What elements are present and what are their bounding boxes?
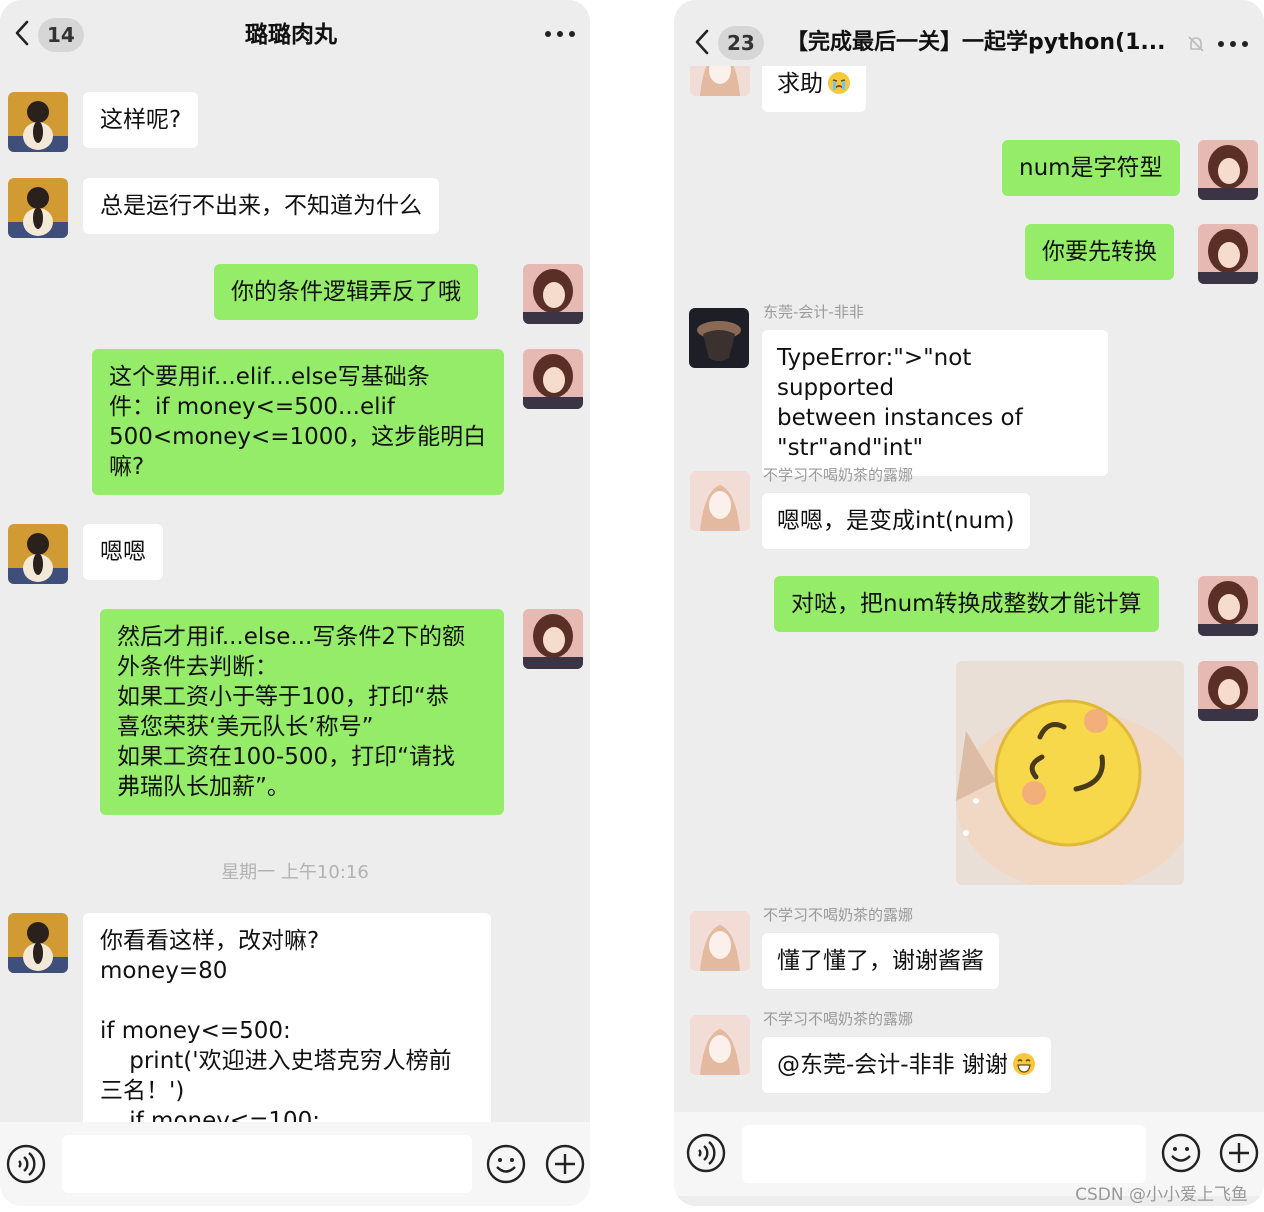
incoming-message[interactable]: 你看看这样，改对嘛? money=80 if money<=500: print… bbox=[83, 913, 491, 1127]
message-text: 然后才用if...else...写条件2下的额 外条件去判断： 如果工资小于等于… bbox=[117, 624, 465, 800]
my-avatar[interactable] bbox=[1198, 140, 1258, 200]
my-avatar[interactable] bbox=[1198, 576, 1258, 636]
incoming-message[interactable]: @东莞-会计-非非 谢谢 bbox=[762, 1037, 1051, 1093]
voice-icon[interactable] bbox=[5, 1143, 47, 1185]
message-text: 懂了懂了，谢谢酱酱 bbox=[777, 948, 984, 974]
unread-count-badge[interactable]: 14 bbox=[38, 18, 84, 52]
incoming-message[interactable]: 总是运行不出来，不知道为什么 bbox=[83, 178, 439, 234]
my-avatar[interactable] bbox=[523, 264, 583, 324]
sender-nickname: 不学习不喝奶茶的露娜 bbox=[763, 466, 914, 484]
message-text: num是字符型 bbox=[1019, 155, 1163, 181]
crying-emoji-icon bbox=[827, 71, 851, 95]
outgoing-message[interactable]: 你的条件逻辑弄反了哦 bbox=[214, 264, 478, 320]
message-text: 这样呢? bbox=[100, 107, 182, 133]
message-input[interactable] bbox=[62, 1135, 472, 1193]
outgoing-message[interactable]: 你要先转换 bbox=[1025, 224, 1174, 280]
emoji-icon[interactable] bbox=[485, 1143, 527, 1185]
message-text: 你要先转换 bbox=[1042, 239, 1157, 265]
incoming-message[interactable]: 这样呢? bbox=[83, 92, 199, 148]
message-text: 求助 bbox=[777, 71, 823, 97]
sender-nickname: 东莞-会计-非非 bbox=[763, 303, 864, 321]
emoji-icon[interactable] bbox=[1160, 1132, 1202, 1174]
incoming-message[interactable]: TypeError:">"not supported between insta… bbox=[762, 330, 1108, 476]
message-text: 嗯嗯，是变成int(num) bbox=[777, 508, 1015, 534]
member-avatar[interactable] bbox=[690, 1015, 750, 1075]
chat-window-right: 求助 23 【完成最后一关】一起学python(1... num是字符型 你要先… bbox=[674, 0, 1264, 1206]
my-avatar[interactable] bbox=[1198, 661, 1258, 721]
mute-bell-icon bbox=[1186, 34, 1206, 54]
message-text: 对哒，把num转换成整数才能计算 bbox=[791, 591, 1142, 617]
voice-icon[interactable] bbox=[685, 1132, 727, 1174]
chat-header: 23 【完成最后一关】一起学python(1... bbox=[674, 0, 1264, 66]
my-avatar[interactable] bbox=[523, 609, 583, 669]
contact-avatar[interactable] bbox=[8, 178, 68, 238]
my-avatar[interactable] bbox=[523, 349, 583, 409]
more-icon[interactable] bbox=[1216, 36, 1250, 50]
incoming-message[interactable]: 嗯嗯，是变成int(num) bbox=[762, 493, 1030, 549]
incoming-message[interactable]: 懂了懂了，谢谢酱酱 bbox=[762, 933, 999, 989]
grin-emoji-icon bbox=[1012, 1052, 1036, 1076]
chat-header: 14 璐璐肉丸 bbox=[0, 0, 590, 66]
member-avatar[interactable] bbox=[690, 911, 750, 971]
sticker-image[interactable] bbox=[956, 661, 1184, 885]
back-icon[interactable] bbox=[694, 29, 710, 55]
message-text: 你看看这样，改对嘛? money=80 if money<=500: print… bbox=[100, 928, 452, 1127]
message-text: 你的条件逻辑弄反了哦 bbox=[231, 279, 461, 305]
message-text: 总是运行不出来，不知道为什么 bbox=[100, 193, 422, 219]
more-icon[interactable] bbox=[543, 26, 577, 40]
plus-icon[interactable] bbox=[544, 1143, 586, 1185]
outgoing-message[interactable]: num是字符型 bbox=[1002, 140, 1180, 196]
contact-avatar[interactable] bbox=[8, 92, 68, 152]
contact-avatar[interactable] bbox=[8, 913, 68, 973]
chat-title: 【完成最后一关】一起学python(1... bbox=[786, 30, 1166, 55]
outgoing-message[interactable]: 这个要用if...elif...else写基础条 件：if money<=500… bbox=[92, 349, 504, 495]
back-icon[interactable] bbox=[14, 20, 30, 46]
sender-nickname: 不学习不喝奶茶的露娜 bbox=[763, 906, 914, 924]
member-avatar[interactable] bbox=[689, 308, 749, 368]
watermark: CSDN @小小爱上飞鱼 bbox=[1075, 1185, 1248, 1205]
message-timestamp: 星期一 上午10:16 bbox=[221, 862, 369, 883]
message-text: @东莞-会计-非非 谢谢 bbox=[777, 1052, 1008, 1078]
message-input[interactable] bbox=[742, 1125, 1146, 1183]
chat-title: 璐璐肉丸 bbox=[245, 22, 337, 48]
plus-icon[interactable] bbox=[1218, 1132, 1260, 1174]
unread-count-badge[interactable]: 23 bbox=[718, 26, 764, 60]
incoming-message[interactable]: 嗯嗯 bbox=[83, 524, 163, 580]
message-text: 嗯嗯 bbox=[100, 539, 146, 565]
input-bar bbox=[0, 1122, 590, 1206]
sender-nickname: 不学习不喝奶茶的露娜 bbox=[763, 1010, 914, 1028]
outgoing-message[interactable]: 对哒，把num转换成整数才能计算 bbox=[774, 576, 1159, 632]
contact-avatar[interactable] bbox=[8, 524, 68, 584]
my-avatar[interactable] bbox=[1198, 224, 1258, 284]
message-text: 这个要用if...elif...else写基础条 件：if money<=500… bbox=[109, 364, 487, 480]
member-avatar[interactable] bbox=[690, 471, 750, 531]
chat-window-left: 14 璐璐肉丸 这样呢? 总是运行不出来，不知道为什么 你的条件逻辑弄反了哦 这… bbox=[0, 0, 590, 1206]
message-text: TypeError:">"not supported between insta… bbox=[777, 345, 1023, 461]
outgoing-message[interactable]: 然后才用if...else...写条件2下的额 外条件去判断： 如果工资小于等于… bbox=[100, 609, 504, 815]
